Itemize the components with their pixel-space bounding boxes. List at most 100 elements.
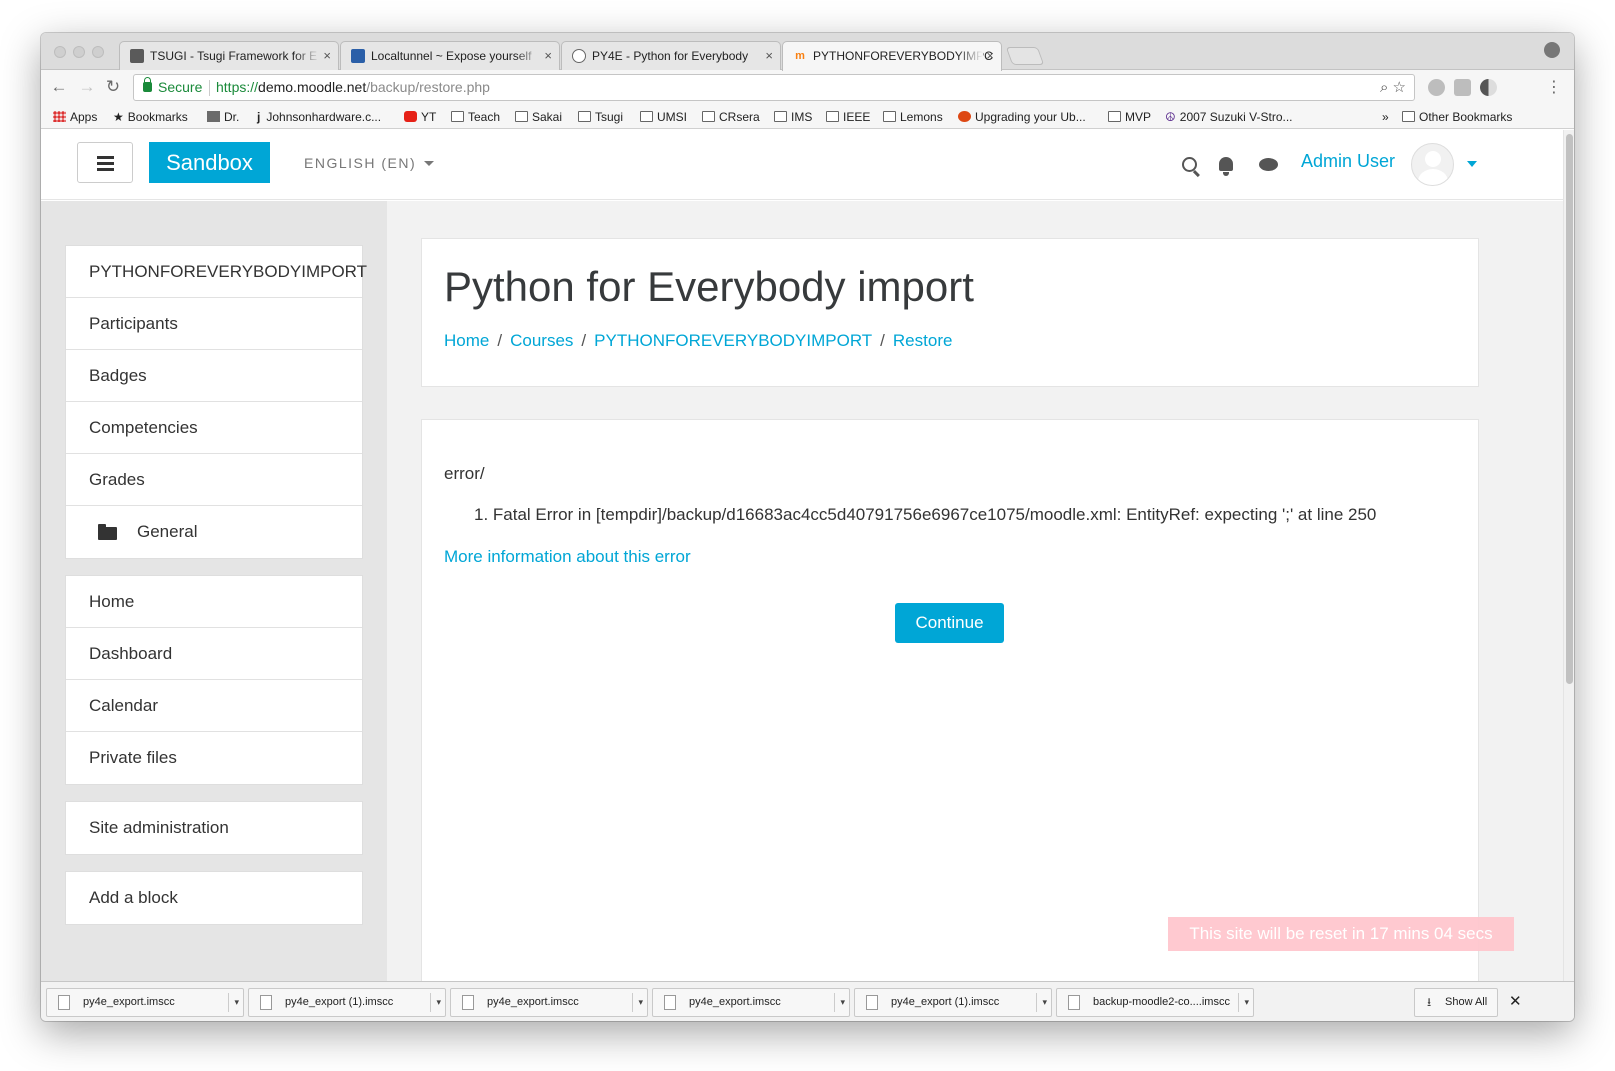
bookmark-other[interactable]: Other Bookmarks [1402,110,1512,125]
file-icon [58,995,70,1010]
bookmark-johnsonhardware[interactable]: j Johnsonhardware.c... [257,110,381,125]
nav-add-a-block[interactable]: Add a block [66,872,362,924]
breadcrumb-course[interactable]: PYTHONFOREVERYBODYIMPORT [594,331,872,350]
file-icon [260,995,272,1010]
avatar[interactable] [1411,143,1454,186]
breadcrumb-courses[interactable]: Courses [510,331,573,350]
minimize-window-button[interactable] [73,46,85,58]
address-bar[interactable]: Secure https://demo.moodle.net/backup/re… [133,74,1415,101]
nav-competencies[interactable]: Competencies [66,402,362,454]
tab-localtunnel[interactable]: Localtunnel ~ Expose yourself × [340,41,560,71]
tsugi-favicon-icon [130,49,144,63]
nav-dashboard[interactable]: Dashboard [66,628,362,680]
notifications-bell-icon[interactable] [1219,157,1233,176]
extension-icon[interactable] [1428,79,1445,96]
download-item[interactable]: py4e_export.imscc ▾ [450,988,648,1017]
file-icon [866,995,878,1010]
nav-badges[interactable]: Badges [66,350,362,402]
download-item[interactable]: py4e_export (1).imscc ▾ [854,988,1052,1017]
nav-private-files[interactable]: Private files [66,732,362,784]
page-scrollbar[interactable] [1563,130,1574,981]
tab-close-icon[interactable]: × [323,42,331,70]
zoom-window-button[interactable] [92,46,104,58]
download-item[interactable]: backup-moodle2-co....imscc ▾ [1056,988,1254,1017]
nav-calendar[interactable]: Calendar [66,680,362,732]
close-window-button[interactable] [54,46,66,58]
chevron-down-icon[interactable]: ▾ [840,989,845,1016]
user-menu-name[interactable]: Admin User [1301,151,1395,172]
tab-tsugi[interactable]: TSUGI - Tsugi Framework for E × [119,41,339,71]
download-shelf: py4e_export.imscc ▾ py4e_export (1).imscc… [41,981,1574,1021]
bookmark-tsugi[interactable]: Tsugi [578,110,623,125]
chevron-down-icon[interactable]: ▾ [1244,989,1249,1016]
nav-course-home[interactable]: PYTHONFOREVERYBODYIMPORT [66,246,367,298]
language-menu[interactable]: ENGLISH (EN) [304,155,435,171]
chevron-down-icon[interactable]: ▾ [1042,989,1047,1016]
tab-close-icon[interactable]: × [986,42,994,70]
page-header-card: Python for Everybody import Home / Courses… [421,238,1479,387]
bookmark-sakai[interactable]: Sakai [515,110,562,125]
bookmark-apps[interactable]: Apps [53,110,97,125]
bookmark-dr[interactable]: Dr. [207,110,239,125]
bookmark-umsi[interactable]: UMSI [640,110,687,125]
reload-button[interactable]: ↻ [103,77,123,97]
bookmark-mvp[interactable]: MVP [1108,110,1151,125]
chevron-down-icon[interactable]: ▾ [638,989,643,1016]
url-text: https://demo.moodle.net/backup/restore.p… [216,79,490,95]
folder-icon [1402,111,1415,122]
bookmark-bookmarks[interactable]: ★ Bookmarks [113,110,188,125]
breadcrumb-home[interactable]: Home [444,331,489,350]
download-item[interactable]: py4e_export.imscc ▾ [46,988,244,1017]
breadcrumb-restore[interactable]: Restore [893,331,953,350]
nav-site-administration[interactable]: Site administration [66,802,362,854]
forward-button[interactable]: → [77,77,97,97]
profile-icon[interactable] [1544,42,1560,58]
nav-participants[interactable]: Participants [66,298,362,350]
nav-home[interactable]: Home [66,576,362,628]
course-nav-block: PYTHONFOREVERYBODYIMPORT Participants Ba… [65,245,367,559]
browser-menu-icon[interactable]: ⋮ [1546,77,1562,97]
chevron-down-icon[interactable]: ▾ [436,989,441,1016]
browser-toolbar: ← → ↻ Secure https://demo.moodle.net/bac… [41,70,1574,106]
download-item[interactable]: py4e_export (1).imscc ▾ [248,988,446,1017]
bookmark-teach[interactable]: Teach [451,110,500,125]
extension-icon[interactable] [1454,79,1471,96]
tab-moodle-active[interactable]: m PYTHONFOREVERYBODYIMPC × [782,41,1002,71]
search-icon[interactable] [1182,157,1197,172]
bookmark-lemons[interactable]: Lemons [883,110,943,125]
page-body: PYTHONFOREVERYBODYIMPORT Participants Ba… [41,201,1563,999]
caret-down-icon[interactable] [1467,161,1477,167]
folder-icon [640,111,653,122]
scrollbar-thumb[interactable] [1566,134,1573,684]
bookmark-crsera[interactable]: CRsera [702,110,760,125]
zoom-and-bookmark-star-icon[interactable]: ⌕ ☆ [1380,75,1406,100]
tab-py4e[interactable]: PY4E - Python for Everybody × [561,41,781,71]
github-favicon-icon [572,49,586,63]
drawer-toggle-button[interactable] [77,142,133,183]
bookmark-yt[interactable]: YT [404,110,436,125]
site-nav-block: Home Dashboard Calendar Private files [65,575,363,785]
tab-close-icon[interactable]: × [544,42,552,70]
bookmark-ims[interactable]: IMS [774,110,812,125]
bookmark-suzuki[interactable]: ☮ 2007 Suzuki V-Stro... [1165,110,1293,125]
close-shelf-icon[interactable]: ✕ [1509,992,1522,1010]
back-button[interactable]: ← [49,77,69,97]
tab-close-icon[interactable]: × [765,42,773,70]
chevron-down-icon[interactable]: ▾ [234,989,239,1016]
bookmark-ubuntu[interactable]: Upgrading your Ub... [958,110,1086,125]
bookmark-ieee[interactable]: IEEE [826,110,870,125]
bookmarks-overflow-icon[interactable]: » [1382,110,1389,125]
more-info-link[interactable]: More information about this error [444,547,691,567]
new-tab-button[interactable] [1005,47,1045,65]
site-brand[interactable]: Sandbox [149,142,270,183]
download-item[interactable]: py4e_export.imscc ▾ [652,988,850,1017]
nav-grades[interactable]: Grades [66,454,362,506]
localtunnel-favicon-icon [351,49,365,63]
show-all-downloads-button[interactable]: ⭳ Show All [1414,988,1498,1017]
youtube-icon [404,111,417,122]
continue-button[interactable]: Continue [895,603,1004,643]
extension-icon[interactable] [1480,79,1497,96]
nav-section-general[interactable]: General [66,506,362,558]
error-message: 1. Fatal Error in [tempdir]/backup/d1668… [474,505,1377,524]
messages-chat-icon[interactable] [1259,158,1278,171]
